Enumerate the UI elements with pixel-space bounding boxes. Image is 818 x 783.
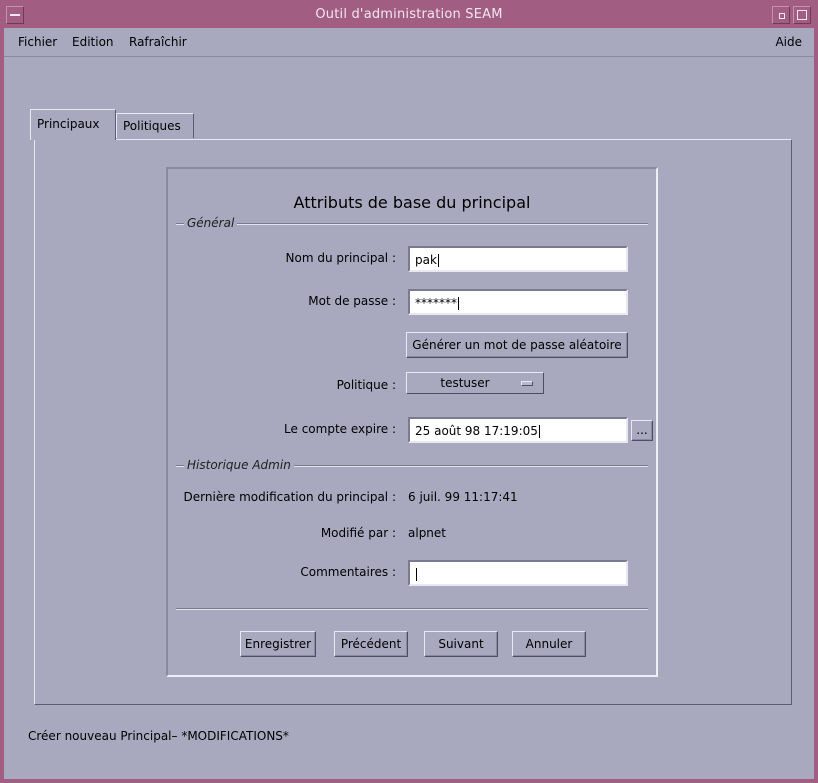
password-label: Mot de passe : <box>308 294 396 308</box>
modified-by-label: Modifié par : <box>320 526 396 540</box>
generate-password-button[interactable]: Générer un mot de passe aléatoire <box>406 332 628 358</box>
form-title: Attributs de base du principal <box>293 193 531 212</box>
tab-principaux[interactable]: Principaux <box>30 109 116 140</box>
text-cursor-icon <box>538 425 540 438</box>
general-section-divider: Général <box>176 216 648 230</box>
text-cursor-icon <box>416 568 417 581</box>
title-bar[interactable]: Outil d'administration SEAM <box>4 4 814 28</box>
button-row-divider <box>176 608 648 610</box>
account-expires-label: Le compte expire : <box>284 422 396 436</box>
policy-label: Politique : <box>336 378 396 392</box>
modified-by-value: alpnet <box>408 526 446 540</box>
tab-principaux-label: Principaux <box>37 117 100 131</box>
account-expires-value: 25 août 98 17:19:05 <box>415 424 538 438</box>
text-cursor-icon <box>437 254 439 267</box>
window-title: Outil d'administration SEAM <box>315 7 503 22</box>
general-section-label: Général <box>184 216 238 230</box>
policy-value: testuser <box>440 376 490 390</box>
maximize-icon[interactable] <box>793 6 811 24</box>
cancel-button[interactable]: Annuler <box>512 631 586 657</box>
menu-fichier[interactable]: Fichier <box>18 35 57 49</box>
comments-input[interactable] <box>408 560 628 586</box>
text-cursor-icon <box>458 297 459 310</box>
save-button[interactable]: Enregistrer <box>240 631 316 657</box>
principal-name-input[interactable]: pak <box>408 246 628 272</box>
previous-button[interactable]: Précédent <box>334 631 408 657</box>
policy-select[interactable]: testuser <box>406 372 544 394</box>
admin-history-section-divider: Historique Admin <box>176 458 648 472</box>
app-window: Outil d'administration SEAM Fichier Edit… <box>0 0 818 783</box>
last-modified-value: 6 juil. 99 11:17:41 <box>408 490 518 504</box>
dropdown-indicator-icon <box>521 381 533 386</box>
last-modified-label: Dernière modification du principal : <box>183 490 396 504</box>
principal-name-value: pak <box>415 253 437 267</box>
password-input[interactable]: ******* <box>408 289 628 315</box>
menu-rafraichir[interactable]: Rafraîchir <box>129 35 187 49</box>
tab-politiques[interactable]: Politiques <box>116 113 194 138</box>
tab-politiques-label: Politiques <box>123 119 181 133</box>
date-picker-button[interactable]: ... <box>631 420 653 441</box>
account-expires-input[interactable]: 25 août 98 17:19:05 <box>408 417 628 443</box>
menu-aide[interactable]: Aide <box>775 35 802 49</box>
password-value: ******* <box>415 296 457 310</box>
menu-bar: Fichier Edition Rafraîchir Aide <box>4 28 814 57</box>
admin-history-section-label: Historique Admin <box>184 458 294 472</box>
menu-edition[interactable]: Edition <box>72 35 114 49</box>
principal-name-label: Nom du principal : <box>285 251 396 265</box>
minimize-icon[interactable] <box>772 6 790 24</box>
status-bar-text: Créer nouveau Principal– *MODIFICATIONS* <box>28 729 289 743</box>
comments-label: Commentaires : <box>300 565 396 579</box>
principal-form: Attributs de base du principal Général N… <box>166 167 658 677</box>
next-button[interactable]: Suivant <box>424 631 498 657</box>
